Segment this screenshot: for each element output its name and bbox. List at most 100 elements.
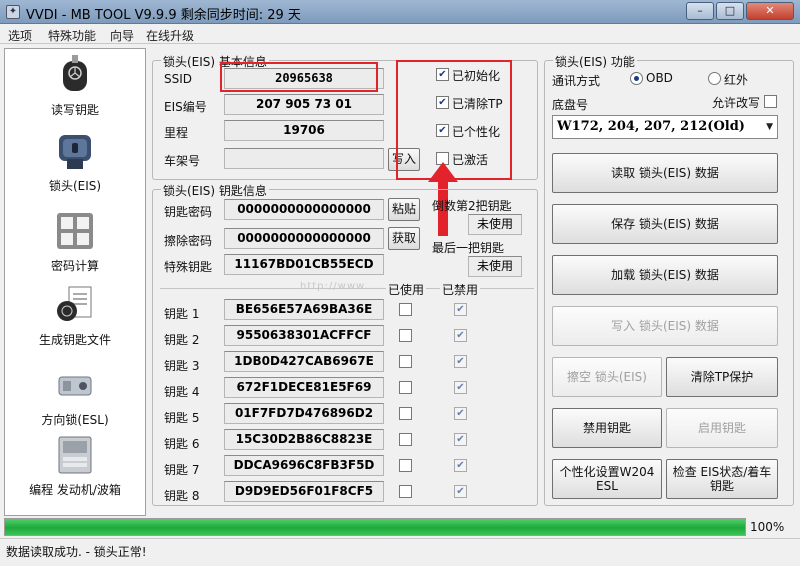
key-disabled-checkbox[interactable]: ✔ — [454, 329, 467, 342]
allow-modify-checkbox[interactable] — [764, 95, 777, 108]
used-column-header: 已使用 — [386, 281, 427, 298]
sidebar: 读写钥匙 锁头(EIS) 密码计算 生成钥匙文件 方向锁(ESL) 编程 发动机… — [4, 48, 146, 516]
second-last-key-field: 未使用 — [468, 214, 522, 235]
obd-radio[interactable] — [630, 72, 643, 85]
key-value-field[interactable]: BE656E57A69BA36E — [224, 299, 384, 320]
title-bar: ✦ VVDI - MB TOOL V9.9.9 剩余同步时间: 29 天 – □… — [0, 0, 800, 24]
sidebar-item-password-calc[interactable]: 密码计算 — [5, 209, 145, 274]
key-label: 钥匙 3 — [164, 359, 200, 373]
sidebar-item-label: 编程 发动机/波箱 — [29, 483, 121, 497]
sidebar-item-label: 密码计算 — [50, 259, 99, 273]
disable-key-button[interactable]: 禁用钥匙 — [552, 408, 662, 448]
ssid-highlight-box — [220, 62, 378, 92]
eis-number-label: EIS编号 — [164, 100, 207, 114]
maximize-button[interactable]: □ — [716, 2, 744, 20]
sidebar-item-label: 方向锁(ESL) — [41, 413, 109, 427]
key-used-checkbox[interactable] — [399, 433, 412, 446]
allow-modify-label: 允许改写 — [712, 96, 761, 110]
key-disabled-checkbox[interactable]: ✔ — [454, 485, 467, 498]
key-value-field[interactable]: 1DB0D427CAB6967E — [224, 351, 384, 372]
special-key-label: 特殊钥匙 — [164, 260, 213, 274]
key-used-checkbox[interactable] — [399, 329, 412, 342]
last-key-label: 最后一把钥匙 — [432, 241, 505, 255]
key-disabled-checkbox[interactable]: ✔ — [454, 459, 467, 472]
write-eis-data-button[interactable]: 写入 锁头(EIS) 数据 — [552, 306, 778, 346]
menu-online-update[interactable]: 在线升级 — [146, 27, 194, 44]
second-last-key-label: 倒数第2把钥匙 — [432, 199, 512, 213]
clear-tp-button[interactable]: 清除TP保护 — [666, 357, 778, 397]
key-value-field[interactable]: DDCA9696C8FB3F5D — [224, 455, 384, 476]
key-disabled-checkbox[interactable]: ✔ — [454, 433, 467, 446]
key-used-checkbox[interactable] — [399, 459, 412, 472]
vin-field[interactable] — [224, 148, 384, 169]
client-area: 读写钥匙 锁头(EIS) 密码计算 生成钥匙文件 方向锁(ESL) 编程 发动机… — [0, 44, 800, 566]
key-used-checkbox[interactable] — [399, 485, 412, 498]
key-value-field[interactable]: 15C30D2B86C8823E — [224, 429, 384, 450]
key-password-label: 钥匙密码 — [164, 205, 213, 219]
key-value-field[interactable]: 672F1DECE81E5F69 — [224, 377, 384, 398]
status-bar: 数据读取成功. - 锁头正常! — [0, 538, 800, 566]
app-logo-icon: ✦ — [6, 5, 20, 19]
group-title: 锁头(EIS) 钥匙信息 — [161, 182, 269, 199]
menu-bar: 选项 特殊功能 向导 在线升级 — [0, 24, 800, 44]
enable-key-button[interactable]: 启用钥匙 — [666, 408, 778, 448]
key-disabled-checkbox[interactable]: ✔ — [454, 407, 467, 420]
sidebar-item-engine-gearbox[interactable]: 编程 发动机/波箱 — [5, 433, 145, 498]
sidebar-item-esl[interactable]: 方向锁(ESL) — [5, 363, 145, 428]
sidebar-item-label: 锁头(EIS) — [48, 179, 102, 193]
key-used-checkbox[interactable] — [399, 407, 412, 420]
sidebar-item-key-file[interactable]: 生成钥匙文件 — [5, 283, 145, 348]
load-eis-data-button[interactable]: 加载 锁头(EIS) 数据 — [552, 255, 778, 295]
mileage-field[interactable]: 19706 — [224, 120, 384, 141]
chassis-label: 底盘号 — [552, 98, 589, 112]
minimize-button[interactable]: – — [686, 2, 714, 20]
key-used-checkbox[interactable] — [399, 381, 412, 394]
key-label: 钥匙 4 — [164, 385, 200, 399]
eis-number-field[interactable]: 207 905 73 01 — [224, 94, 384, 115]
comm-mode-label: 通讯方式 — [552, 74, 601, 88]
car-key-icon — [63, 55, 87, 91]
sidebar-item-read-write-key[interactable]: 读写钥匙 — [5, 53, 145, 118]
save-eis-data-button[interactable]: 保存 锁头(EIS) 数据 — [552, 204, 778, 244]
key-value-field[interactable]: 01F7FD7D476896D2 — [224, 403, 384, 424]
personalize-esl-button[interactable]: 个性化设置W204 ESL — [552, 459, 662, 499]
read-eis-data-button[interactable]: 读取 锁头(EIS) 数据 — [552, 153, 778, 193]
erase-password-label: 擦除密码 — [164, 234, 213, 248]
paste-button[interactable]: 粘贴 — [388, 198, 420, 221]
key-value-field[interactable]: D9D9ED56F01F8CF5 — [224, 481, 384, 502]
chassis-select[interactable]: W172, 204, 207, 212(Old) ▼ — [552, 115, 778, 139]
ssid-label: SSID — [164, 72, 193, 86]
password-calc-icon — [57, 213, 93, 249]
mileage-label: 里程 — [164, 126, 189, 140]
progress-fill — [5, 519, 745, 535]
erase-eis-button[interactable]: 擦空 锁头(EIS) — [552, 357, 662, 397]
key-disabled-checkbox[interactable]: ✔ — [454, 381, 467, 394]
steering-lock-icon — [58, 376, 92, 396]
key-used-checkbox[interactable] — [399, 355, 412, 368]
menu-wizard[interactable]: 向导 — [110, 27, 134, 44]
key-disabled-checkbox[interactable]: ✔ — [454, 303, 467, 316]
get-button[interactable]: 获取 — [388, 227, 420, 250]
key-password-field[interactable]: 0000000000000000 — [224, 199, 384, 220]
ecu-module-icon — [58, 436, 92, 474]
key-label: 钥匙 8 — [164, 489, 200, 503]
chassis-select-value: W172, 204, 207, 212(Old) — [557, 119, 745, 134]
key-label: 钥匙 6 — [164, 437, 200, 451]
special-key-field[interactable]: 11167BD01CB55ECD — [224, 254, 384, 275]
key-file-icon — [57, 286, 92, 321]
key-used-checkbox[interactable] — [399, 303, 412, 316]
close-button[interactable]: ✕ — [746, 2, 794, 20]
chevron-down-icon: ▼ — [766, 122, 773, 132]
infrared-radio[interactable] — [708, 72, 721, 85]
last-key-field: 未使用 — [468, 256, 522, 277]
sidebar-item-eis[interactable]: 锁头(EIS) — [5, 129, 145, 194]
ignition-lock-icon — [59, 135, 91, 169]
menu-special-functions[interactable]: 特殊功能 — [48, 27, 96, 44]
key-value-field[interactable]: 9550638301ACFFCF — [224, 325, 384, 346]
check-eis-status-button[interactable]: 检查 EIS状态/着车钥匙 — [666, 459, 778, 499]
menu-options[interactable]: 选项 — [8, 27, 32, 44]
key-disabled-checkbox[interactable]: ✔ — [454, 355, 467, 368]
erase-password-field[interactable]: 0000000000000000 — [224, 228, 384, 249]
key-label: 钥匙 7 — [164, 463, 200, 477]
obd-label: OBD — [646, 71, 673, 85]
